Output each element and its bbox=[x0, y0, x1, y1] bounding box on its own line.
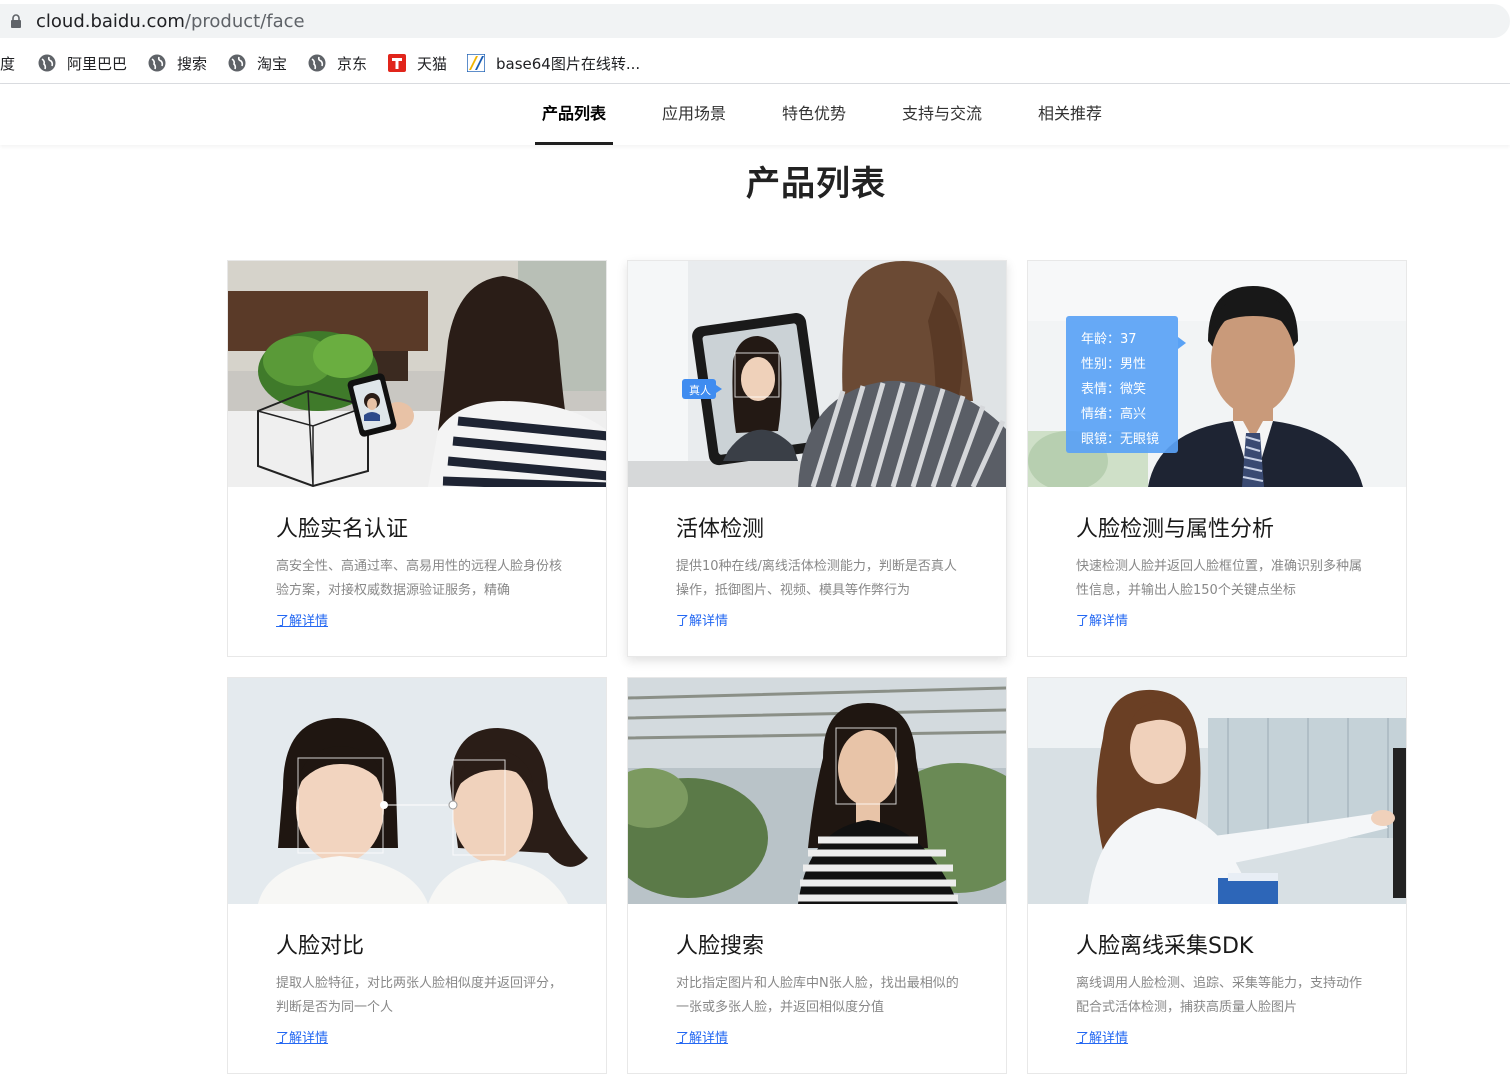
bookmark-baidu[interactable]: 度 bbox=[0, 52, 15, 74]
tab-recommend[interactable]: 相关推荐 bbox=[1031, 84, 1109, 145]
url-text[interactable]: cloud.baidu.com/product/face bbox=[36, 11, 305, 32]
url-path: /product/face bbox=[184, 11, 305, 32]
bookmark-label: 淘宝 bbox=[257, 54, 288, 73]
live-badge: 真人 bbox=[689, 384, 711, 397]
product-card-detection[interactable]: 年龄：37 性别：男性 表情：微笑 情绪：高兴 眼镜：无眼镜 人脸检测与属性分析… bbox=[1027, 260, 1407, 657]
card-description: 对比指定图片和人脸库中N张人脸，找出最相似的一张或多张人脸，并返回相似度分值 bbox=[676, 976, 959, 1015]
globe-icon bbox=[38, 54, 56, 72]
tmall-icon bbox=[388, 54, 406, 72]
bookmark-label: 搜索 bbox=[177, 54, 208, 73]
bookmark-label: 天猫 bbox=[417, 54, 448, 73]
card-title: 活体检测 bbox=[676, 517, 765, 542]
attribute-panel: 年龄：37 性别：男性 表情：微笑 情绪：高兴 眼镜：无眼镜 bbox=[1081, 327, 1159, 452]
card-title: 人脸检测与属性分析 bbox=[1076, 517, 1275, 542]
product-card-search[interactable]: 人脸搜索 对比指定图片和人脸库中N张人脸，找出最相似的一张或多张人脸，并返回相似… bbox=[627, 677, 1007, 1074]
card-image bbox=[628, 678, 1006, 904]
product-card-offline-sdk[interactable]: 人脸离线采集SDK 离线调用人脸检测、追踪、采集等能力，支持动作配合式活体检测，… bbox=[1027, 677, 1407, 1074]
attribute-gender: 性别：男性 bbox=[1081, 357, 1147, 372]
globe-icon bbox=[228, 54, 246, 72]
bookmark-label: 度 bbox=[0, 54, 16, 73]
bookmark-search[interactable]: 搜索 bbox=[148, 52, 207, 74]
attribute-glasses: 眼镜：无眼镜 bbox=[1081, 432, 1160, 447]
address-bar[interactable]: cloud.baidu.com/product/face bbox=[0, 4, 1510, 38]
url-host: cloud.baidu.com bbox=[36, 11, 185, 32]
learn-more-link[interactable]: 了解详情 bbox=[1076, 610, 1128, 629]
bookmark-base64[interactable]: base64图片在线转... bbox=[467, 52, 640, 74]
learn-more-link[interactable]: 了解详情 bbox=[1076, 1027, 1128, 1046]
tab-scenarios[interactable]: 应用场景 bbox=[655, 84, 733, 145]
tab-advantages[interactable]: 特色优势 bbox=[775, 84, 853, 145]
card-title: 人脸对比 bbox=[276, 934, 365, 959]
card-title: 人脸搜索 bbox=[676, 934, 765, 959]
bookmark-tmall[interactable]: 天猫 bbox=[388, 52, 447, 74]
tab-support[interactable]: 支持与交流 bbox=[895, 84, 989, 145]
card-image: 年龄：37 性别：男性 表情：微笑 情绪：高兴 眼镜：无眼镜 bbox=[1028, 261, 1406, 487]
bookmark-alibaba[interactable]: 阿里巴巴 bbox=[38, 52, 127, 74]
section-title: 产品列表 bbox=[746, 164, 886, 204]
product-card-compare[interactable]: 人脸对比 提取人脸特征，对比两张人脸相似度并返回评分，判断是否为同一个人 了解详… bbox=[227, 677, 607, 1074]
base64-icon bbox=[467, 54, 485, 72]
card-image bbox=[1028, 678, 1406, 904]
globe-icon bbox=[148, 54, 166, 72]
bookmark-label: base64图片在线转... bbox=[496, 54, 641, 73]
learn-more-link[interactable]: 了解详情 bbox=[276, 610, 328, 629]
browser-url-bar: cloud.baidu.com/product/face bbox=[0, 0, 1510, 42]
bookmark-label: 京东 bbox=[337, 54, 368, 73]
attribute-emotion: 情绪：高兴 bbox=[1081, 407, 1147, 422]
tab-product-list[interactable]: 产品列表 bbox=[535, 84, 613, 145]
learn-more-link[interactable]: 了解详情 bbox=[676, 610, 728, 629]
globe-icon bbox=[308, 54, 326, 72]
card-image: 真人 bbox=[628, 261, 1006, 487]
card-description: 离线调用人脸检测、追踪、采集等能力，支持动作配合式活体检测，捕获高质量人脸图片 bbox=[1076, 976, 1363, 1015]
product-card-liveness[interactable]: 真人 活体检测 提供10种在线/离线活体检测能力，判断是否真人操作，抵御图片、视… bbox=[627, 260, 1007, 657]
attribute-expression: 表情：微笑 bbox=[1081, 382, 1147, 397]
card-description: 提取人脸特征，对比两张人脸相似度并返回评分，判断是否为同一个人 bbox=[276, 976, 563, 1015]
learn-more-link[interactable]: 了解详情 bbox=[676, 1027, 728, 1046]
bookmarks-bar: 度 阿里巴巴 搜索 淘宝 京东 天猫 base64图片在线转... bbox=[0, 42, 1510, 84]
bookmark-label: 阿里巴巴 bbox=[67, 54, 128, 73]
learn-more-link[interactable]: 了解详情 bbox=[276, 1027, 328, 1046]
product-card-identity[interactable]: 人脸实名认证 高安全性、高通过率、高易用性的远程人脸身份核验方案，对接权威数据源… bbox=[227, 260, 607, 657]
attribute-age: 年龄：37 bbox=[1081, 332, 1137, 347]
card-description: 高安全性、高通过率、高易用性的远程人脸身份核验方案，对接权威数据源验证服务，精确 bbox=[276, 559, 563, 598]
card-title: 人脸离线采集SDK bbox=[1076, 934, 1254, 959]
card-description: 快速检测人脸并返回人脸框位置，准确识别多种属性信息，并输出人脸150个关键点坐标 bbox=[1076, 559, 1363, 598]
card-image bbox=[228, 261, 606, 487]
card-title: 人脸实名认证 bbox=[276, 517, 409, 542]
bookmark-taobao[interactable]: 淘宝 bbox=[228, 52, 287, 74]
lock-icon bbox=[11, 14, 21, 28]
card-description: 提供10种在线/离线活体检测能力，判断是否真人操作，抵御图片、视频、模具等作弊行… bbox=[676, 559, 957, 598]
card-image bbox=[228, 678, 606, 904]
bookmark-jd[interactable]: 京东 bbox=[308, 52, 367, 74]
product-subnav: 产品列表 应用场景 特色优势 支持与交流 相关推荐 bbox=[0, 84, 1510, 145]
